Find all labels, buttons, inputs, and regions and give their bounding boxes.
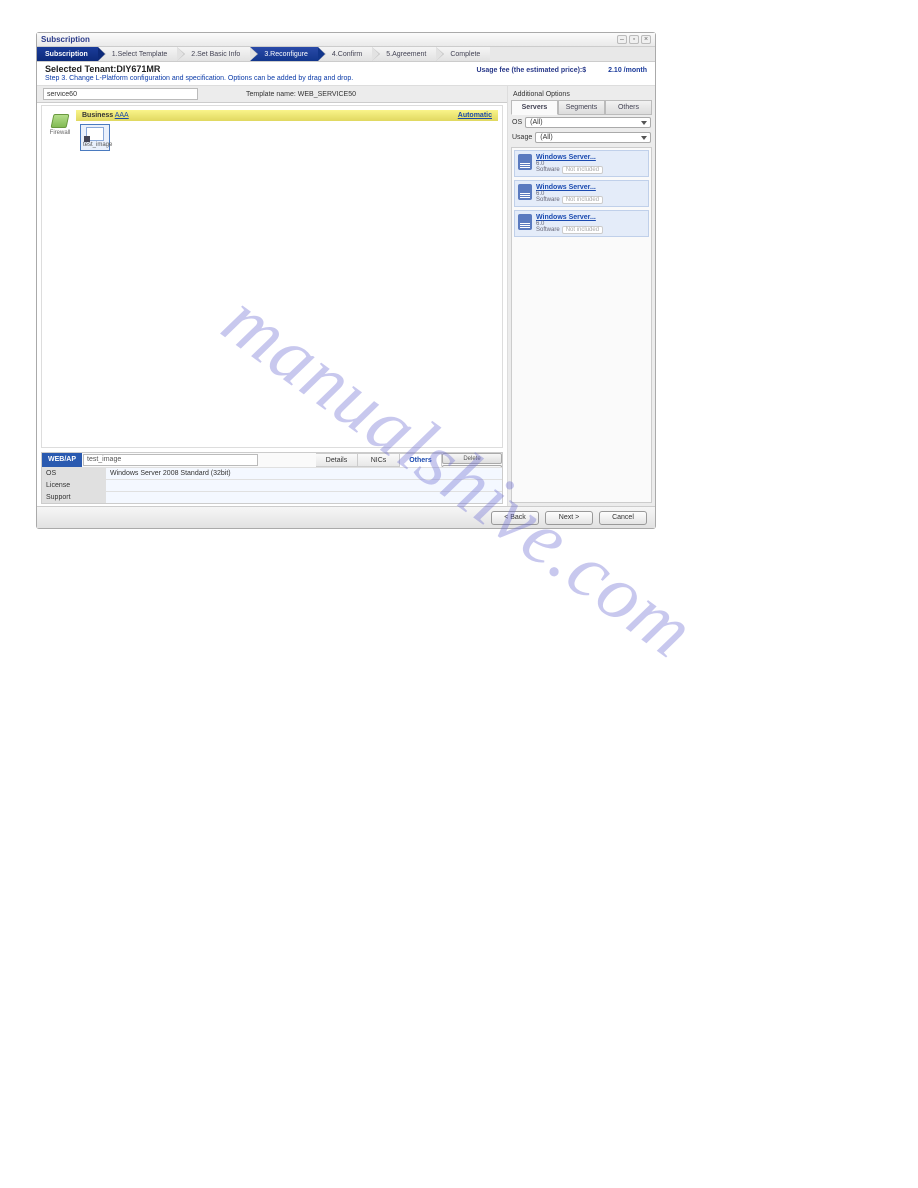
back-button[interactable]: < Back	[491, 511, 539, 525]
detail-tabs: Details NICs Others	[316, 453, 442, 467]
server-icon	[518, 214, 532, 230]
step-confirm[interactable]: 4.Confirm	[318, 47, 372, 61]
tab-others[interactable]: Others	[605, 100, 652, 115]
server-icon	[86, 127, 104, 141]
step-agreement[interactable]: 5.Agreement	[372, 47, 436, 61]
maximize-icon[interactable]: ▫	[629, 35, 639, 44]
os-filter: OS (All)	[512, 117, 651, 128]
breadcrumb: Subscription 1.Select Template 2.Set Bas…	[37, 47, 655, 62]
cancel-button[interactable]: Cancel	[599, 511, 647, 525]
delete-button[interactable]: Delete	[442, 453, 502, 464]
server-card[interactable]: Windows Server... 6.0 SoftwareNot includ…	[514, 180, 649, 207]
automatic-link[interactable]: Automatic	[458, 112, 492, 119]
configuration-panel: Template name: WEB_SERVICE50 Firewall Bu…	[37, 86, 508, 506]
business-link[interactable]: AAA	[115, 112, 129, 119]
node-name-input[interactable]	[83, 454, 258, 466]
step-set-basic-info[interactable]: 2.Set Basic Info	[177, 47, 250, 61]
usage-fee: Usage fee (the estimated price):$ 2.10 /…	[476, 67, 647, 74]
minimize-icon[interactable]: –	[617, 35, 627, 44]
detail-panel: WEB/AP Details NICs Others Delete Softwa…	[41, 452, 503, 504]
server-card[interactable]: Windows Server... 6.0 SoftwareNot includ…	[514, 210, 649, 237]
server-icon	[518, 184, 532, 200]
usage-select[interactable]: (All)	[535, 132, 651, 143]
tab-nics[interactable]: NICs	[358, 453, 400, 467]
close-icon[interactable]: ×	[641, 35, 651, 44]
server-list: Windows Server... 6.0 SoftwareNot includ…	[511, 147, 652, 503]
firewall-node[interactable]: Firewall	[48, 114, 72, 136]
next-button[interactable]: Next >	[545, 511, 593, 525]
selected-tenant: Selected Tenant:DIY671MR	[45, 64, 160, 74]
tab-segments[interactable]: Segments	[558, 100, 605, 115]
template-name: Template name: WEB_SERVICE50	[246, 91, 356, 98]
config-header: Template name: WEB_SERVICE50	[37, 86, 507, 103]
table-row: Support	[42, 491, 502, 503]
additional-options-panel: Additional Options Servers Segments Othe…	[508, 86, 655, 506]
firewall-icon	[51, 114, 70, 128]
tab-details[interactable]: Details	[316, 453, 358, 467]
breadcrumb-root[interactable]: Subscription	[37, 47, 98, 61]
server-card[interactable]: Windows Server... 6.0 SoftwareNot includ…	[514, 150, 649, 177]
type-badge: WEB/AP	[42, 453, 82, 467]
business-segment-bar[interactable]: Business AAA Automatic	[76, 110, 498, 121]
table-row: License	[42, 479, 502, 491]
footer-bar: < Back Next > Cancel	[37, 506, 655, 528]
os-select[interactable]: (All)	[525, 117, 651, 128]
step-select-template[interactable]: 1.Select Template	[98, 47, 178, 61]
table-row: OS Windows Server 2008 Standard (32bit)	[42, 467, 502, 479]
options-tabs: Servers Segments Others	[511, 100, 652, 115]
vm-node[interactable]: test_image	[80, 124, 110, 151]
application-window: Subscription – ▫ × Subscription 1.Select…	[36, 32, 656, 529]
service-name-input[interactable]	[43, 88, 198, 100]
topology-canvas[interactable]: Firewall Business AAA Automatic test_ima…	[41, 105, 503, 448]
window-title: Subscription	[41, 35, 90, 44]
header-info: Selected Tenant:DIY671MR Usage fee (the …	[37, 62, 655, 86]
detail-actions: Delete Software Details Add NIC Delete N…	[442, 453, 502, 467]
detail-table: OS Windows Server 2008 Standard (32bit) …	[42, 467, 502, 503]
panel-title: Additional Options	[511, 89, 652, 100]
tab-servers[interactable]: Servers	[511, 100, 558, 115]
step-reconfigure[interactable]: 3.Reconfigure	[250, 47, 318, 61]
server-icon	[518, 154, 532, 170]
usage-filter: Usage (All)	[512, 132, 651, 143]
step-description: Step 3. Change L-Platform configuration …	[45, 75, 647, 82]
step-complete[interactable]: Complete	[436, 47, 490, 61]
tab-others[interactable]: Others	[400, 453, 442, 467]
titlebar: Subscription – ▫ ×	[37, 33, 655, 47]
window-controls: – ▫ ×	[617, 35, 651, 44]
